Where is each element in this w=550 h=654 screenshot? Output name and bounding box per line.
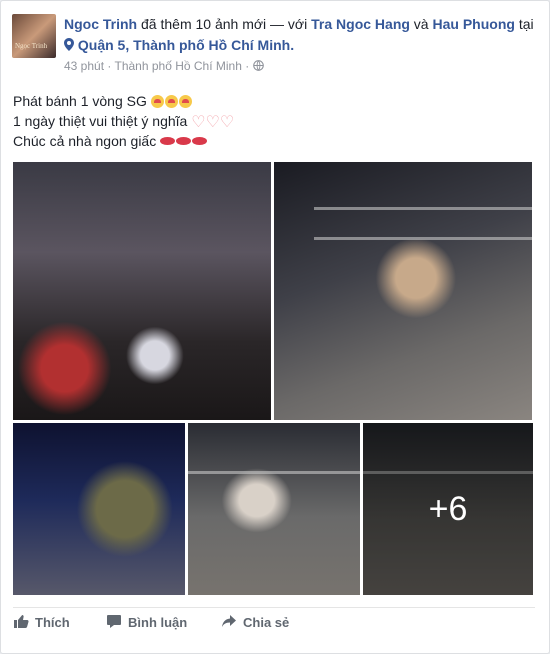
- post-line-3-text: Chúc cả nhà ngon giấc: [13, 133, 157, 149]
- more-photos-count: +6: [428, 489, 468, 528]
- like-button[interactable]: Thích: [13, 613, 70, 632]
- emoji-icon: [164, 95, 178, 108]
- thumbs-up-icon: [13, 613, 35, 632]
- kiss-icon: [176, 137, 192, 145]
- like-label: Thích: [35, 615, 70, 630]
- at-text: tại: [514, 16, 534, 32]
- more-photos-overlay[interactable]: +6: [363, 423, 533, 595]
- location-pin-icon: [64, 37, 74, 53]
- railing-decoration: [314, 207, 532, 210]
- photo-4[interactable]: [188, 423, 360, 595]
- globe-icon[interactable]: [252, 59, 264, 73]
- emoji-icon: [150, 95, 164, 108]
- post-line-1-text: Phát bánh 1 vòng SG: [13, 93, 147, 109]
- comment-icon: [106, 613, 128, 632]
- post-text: Phát bánh 1 vòng SG 1 ngày thiệt vui thi…: [13, 91, 234, 151]
- railing-decoration: [314, 237, 532, 240]
- share-icon: [221, 613, 243, 632]
- location-link[interactable]: Quận 5, Thành phố Hồ Chí Minh.: [78, 37, 294, 53]
- comment-label: Bình luận: [128, 615, 188, 630]
- author-avatar[interactable]: Ngọc Trinh: [12, 14, 56, 58]
- post-line-3: Chúc cả nhà ngon giấc: [13, 131, 234, 151]
- tagged-user-1[interactable]: Tra Ngoc Hang: [311, 16, 410, 32]
- post-time[interactable]: 43 phút: [64, 59, 104, 73]
- author-name[interactable]: Ngoc Trinh: [64, 16, 137, 32]
- railing-decoration: [188, 471, 360, 474]
- post-line-2: 1 ngày thiệt vui thiệt ý nghĩa ♡♡♡: [13, 111, 234, 131]
- share-label: Chia sẻ: [243, 615, 290, 630]
- photo-3[interactable]: [13, 423, 185, 595]
- kiss-icon: [192, 137, 208, 145]
- post-card: Ngọc Trinh Ngoc Trinh đã thêm 10 ảnh mới…: [0, 0, 550, 654]
- heart-icon: ♡: [205, 114, 220, 131]
- post-line-1: Phát bánh 1 vòng SG: [13, 91, 234, 111]
- avatar-logo-text: Ngọc Trinh: [15, 42, 48, 50]
- comment-button[interactable]: Bình luận: [106, 613, 187, 632]
- photo-2[interactable]: [274, 162, 532, 420]
- post-header: Ngoc Trinh đã thêm 10 ảnh mới — với Tra …: [64, 14, 534, 56]
- post-meta: 43 phút · Thành phố Hồ Chí Minh ·: [64, 59, 264, 73]
- heart-icon: ♡: [219, 114, 235, 131]
- heart-icon: ♡: [191, 114, 206, 131]
- meta-location[interactable]: Thành phố Hồ Chí Minh: [115, 59, 242, 73]
- post-line-2-text: 1 ngày thiệt vui thiệt ý nghĩa: [13, 113, 188, 129]
- share-button[interactable]: Chia sẻ: [221, 613, 289, 632]
- kiss-icon: [160, 137, 176, 145]
- action-text: đã thêm 10 ảnh mới — với: [137, 16, 312, 32]
- photo-1[interactable]: [13, 162, 271, 420]
- and-text: và: [409, 16, 433, 32]
- divider: [13, 607, 535, 608]
- tagged-user-2[interactable]: Hau Phuong: [433, 16, 515, 32]
- emoji-icon: [178, 95, 192, 108]
